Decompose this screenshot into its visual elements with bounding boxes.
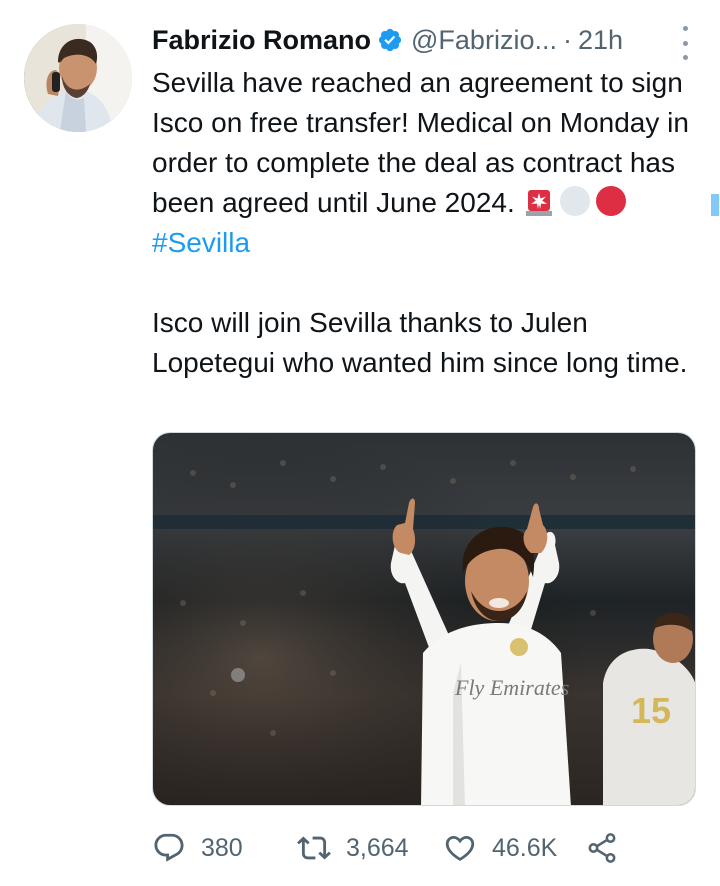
more-dot bbox=[682, 55, 688, 60]
jersey-number: 15 bbox=[631, 690, 671, 731]
share-button[interactable] bbox=[585, 831, 625, 865]
more-dot bbox=[682, 40, 688, 46]
avatar-image bbox=[24, 24, 132, 132]
white-circle-emoji bbox=[559, 186, 590, 216]
share-icon bbox=[588, 833, 616, 863]
tweet-timestamp[interactable]: 21h bbox=[578, 25, 623, 56]
tweet-text: Sevilla have reached an agreement to sig… bbox=[152, 63, 697, 383]
hashtag-link[interactable]: #Sevilla bbox=[152, 227, 250, 258]
header-separator: · bbox=[562, 24, 572, 55]
retweet-icon bbox=[297, 836, 331, 860]
player-photo: 15 Fly Emirates bbox=[153, 433, 695, 805]
like-button[interactable]: 46.6K bbox=[443, 831, 585, 865]
verified-badge-icon bbox=[378, 28, 402, 52]
tweet-content: Fabrizio Romano @Fabrizio... · 21h Sevil… bbox=[152, 18, 700, 383]
retweet-count: 3,664 bbox=[346, 833, 409, 862]
author-handle[interactable]: @Fabrizio... bbox=[411, 25, 557, 56]
retweet-button[interactable]: 3,664 bbox=[297, 831, 443, 865]
jersey-sponsor: Fly Emirates bbox=[454, 675, 569, 700]
tweet-media-photo[interactable]: 15 Fly Emirates bbox=[152, 432, 696, 806]
avatar[interactable] bbox=[24, 24, 132, 132]
more-options-icon[interactable] bbox=[670, 26, 700, 60]
more-dot bbox=[682, 26, 688, 31]
tweet[interactable]: Fabrizio Romano @Fabrizio... · 21h Sevil… bbox=[0, 0, 720, 886]
scroll-indicator bbox=[711, 194, 719, 216]
author-name[interactable]: Fabrizio Romano bbox=[152, 25, 371, 56]
reply-icon bbox=[154, 833, 184, 862]
like-count: 46.6K bbox=[492, 833, 558, 862]
tweet-actions: 380 3,664 46.6K bbox=[152, 826, 700, 870]
reply-button[interactable]: 380 bbox=[152, 831, 297, 865]
heart-icon bbox=[445, 835, 475, 861]
red-circle-emoji bbox=[595, 186, 626, 216]
rotating-light-emoji bbox=[525, 190, 552, 216]
reply-count: 380 bbox=[201, 833, 243, 862]
tweet-text-body-2: Isco will join Sevilla thanks to Julen L… bbox=[152, 307, 688, 378]
tweet-header: Fabrizio Romano @Fabrizio... · 21h bbox=[152, 18, 700, 62]
